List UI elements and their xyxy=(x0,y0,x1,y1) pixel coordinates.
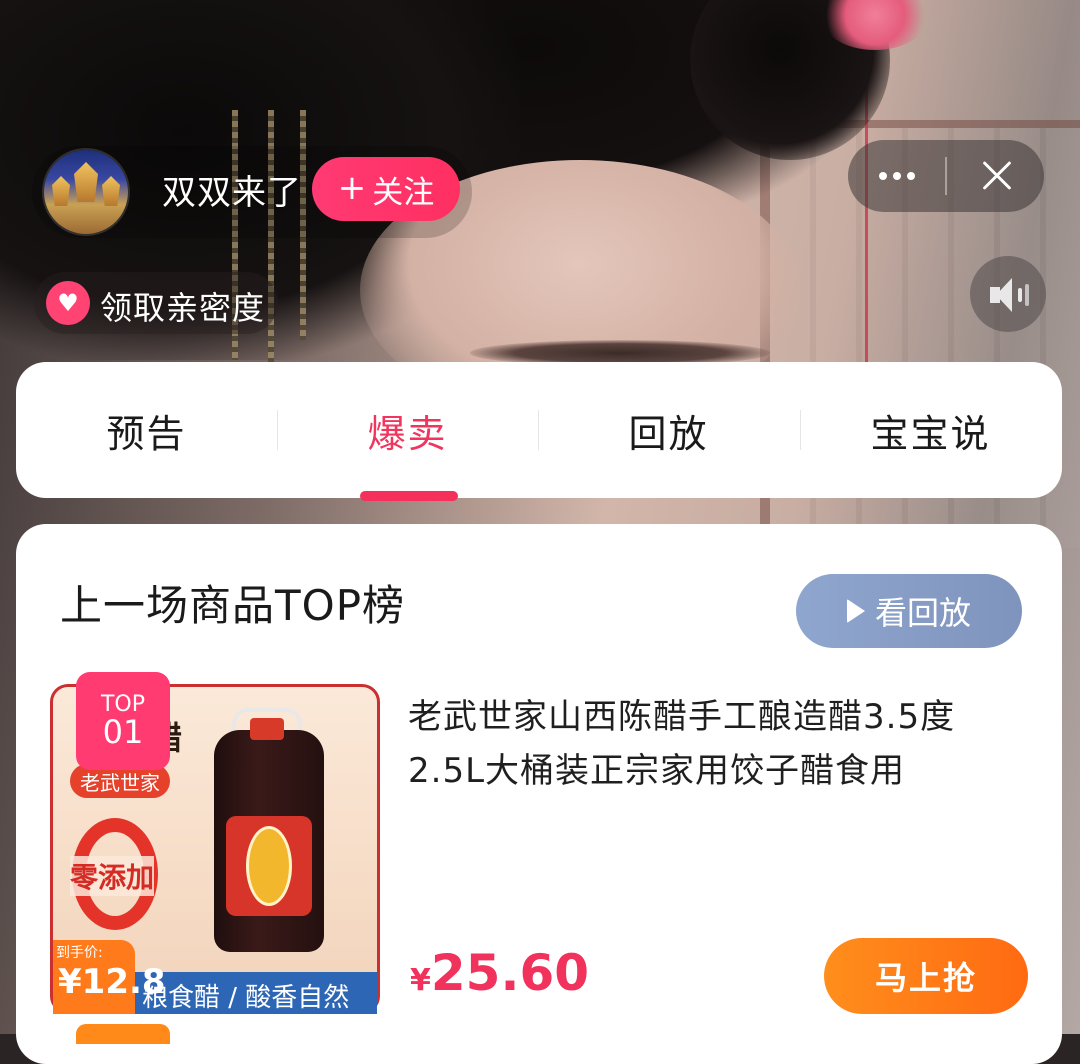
controls-divider xyxy=(945,157,947,195)
price-value: 25.60 xyxy=(430,944,590,1002)
host-name[interactable]: 双双来了 xyxy=(162,165,302,214)
avatar-art xyxy=(74,162,98,202)
heart-icon: ♥ xyxy=(46,281,90,325)
tab-preview[interactable]: 预告 xyxy=(16,362,277,498)
intimacy-label[interactable]: 领取亲密度 xyxy=(100,283,265,329)
tab-bar: 预告 爆卖 回放 宝宝说 xyxy=(16,362,1062,498)
product-image-price-label: 到手价: xyxy=(56,945,103,961)
buy-now-button[interactable]: 马上抢 xyxy=(824,938,1028,1014)
next-rank-badge xyxy=(76,1024,170,1044)
price-currency: ¥ xyxy=(410,963,431,998)
product-image-zero-add: 零添加 xyxy=(70,856,155,896)
more-dots-icon[interactable] xyxy=(848,140,946,212)
bottle-label-zero xyxy=(246,826,292,906)
product-price: ¥25.60 xyxy=(410,944,589,1002)
tab-comments[interactable]: 宝宝说 xyxy=(800,362,1061,498)
watch-replay-label: 看回放 xyxy=(874,594,971,632)
product-image-price: ¥12.8 xyxy=(58,962,166,1002)
product-image-footer-text: 粮食醋 / 酸香自然 xyxy=(142,983,350,1013)
tab-hot-sale[interactable]: 爆卖 xyxy=(277,362,538,498)
follow-button[interactable]: + 关注 xyxy=(312,157,460,221)
watch-replay-button[interactable]: 看回放 xyxy=(796,574,1022,648)
bottle-cap xyxy=(250,718,284,740)
close-icon[interactable] xyxy=(950,140,1044,212)
rank-badge-number: 01 xyxy=(102,712,144,751)
play-icon xyxy=(846,599,865,623)
avatar-art xyxy=(52,176,70,206)
active-tab-indicator xyxy=(360,491,458,501)
panel-title: 上一场商品TOP榜 xyxy=(60,581,406,630)
follow-label: 关注 xyxy=(372,174,435,211)
speaker-icon-part xyxy=(1025,284,1029,306)
speaker-icon-part xyxy=(1018,288,1022,302)
rank-badge: TOP 01 xyxy=(76,672,170,770)
avatar-art xyxy=(102,176,120,206)
tab-replay[interactable]: 回放 xyxy=(538,362,799,498)
product-title[interactable]: 老武世家山西陈醋手工酿造醋3.5度2.5L大桶装正宗家用饺子醋食用 xyxy=(408,690,1028,798)
avatar[interactable] xyxy=(44,150,128,234)
plus-icon: + xyxy=(337,167,367,208)
speaker-icon-part xyxy=(996,278,1012,312)
speaker-icon[interactable] xyxy=(970,256,1046,332)
